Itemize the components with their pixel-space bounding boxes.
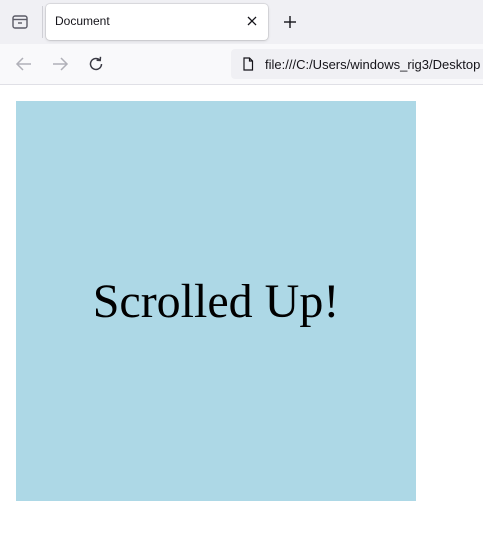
reload-button[interactable] xyxy=(86,54,106,74)
scroll-status-text: Scrolled Up! xyxy=(92,274,340,328)
forward-button[interactable] xyxy=(50,54,70,74)
url-text: file:///C:/Users/windows_rig3/Desktop xyxy=(265,57,481,72)
address-bar[interactable]: file:///C:/Users/windows_rig3/Desktop xyxy=(231,49,483,79)
reload-icon xyxy=(89,56,103,71)
tab-separator xyxy=(42,6,43,38)
tab-title: Document xyxy=(55,14,110,28)
tab-document[interactable]: Document xyxy=(46,4,268,40)
plus-icon xyxy=(284,16,296,28)
page-content: Scrolled Up! xyxy=(0,85,483,544)
tab-overview-icon[interactable] xyxy=(8,11,32,33)
new-tab-button[interactable] xyxy=(280,12,300,32)
tab-strip: Document xyxy=(0,0,483,44)
navigation-toolbar: file:///C:/Users/windows_rig3/Desktop xyxy=(0,44,483,85)
page-icon xyxy=(241,57,255,71)
close-icon[interactable] xyxy=(244,13,260,29)
forward-arrow-icon xyxy=(53,57,69,71)
scroll-status-box: Scrolled Up! xyxy=(16,101,416,501)
back-button[interactable] xyxy=(14,54,34,74)
back-arrow-icon xyxy=(15,57,31,71)
